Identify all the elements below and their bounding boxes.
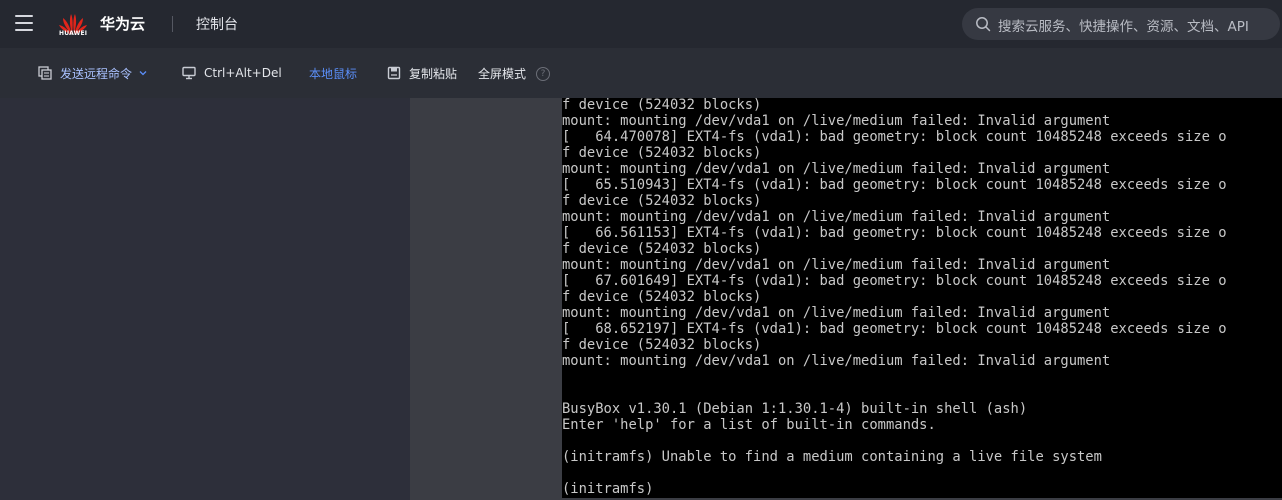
vnc-toolbar: 发送远程命令 Ctrl+Alt+Del 本地鼠标 复制粘贴 全屏模式	[0, 48, 1282, 98]
copy-paste-label: 复制粘贴	[409, 66, 458, 81]
search-icon	[976, 17, 991, 32]
fullscreen-button[interactable]: 全屏模式	[478, 65, 526, 81]
logo-text: HUAWEI	[59, 30, 88, 37]
search-placeholder: 搜索云服务、快捷操作、资源、文档、API	[998, 19, 1249, 35]
menu-icon[interactable]	[15, 15, 33, 31]
left-panel	[0, 98, 410, 500]
monitor-icon	[182, 66, 196, 80]
local-mouse-button[interactable]: 本地鼠标	[309, 65, 357, 81]
console-margin	[410, 98, 562, 500]
top-header: HUAWEI 华为云 控制台 搜索云服务、快捷操作、资源、文档、API	[0, 0, 1282, 49]
brand-name[interactable]: 华为云	[100, 13, 145, 34]
send-command-label: 发送远程命令	[60, 66, 133, 81]
ctrl-alt-del-label: Ctrl+Alt+Del	[204, 66, 282, 80]
ctrl-alt-del-button[interactable]: Ctrl+Alt+Del	[182, 65, 282, 81]
console-link[interactable]: 控制台	[196, 14, 238, 34]
help-icon[interactable]: ?	[536, 67, 550, 81]
local-mouse-label: 本地鼠标	[309, 66, 358, 81]
header-divider	[172, 16, 173, 32]
terminal-output: f device (524032 blocks) mount: mounting…	[562, 98, 1227, 497]
search-input[interactable]: 搜索云服务、快捷操作、资源、文档、API	[962, 8, 1280, 40]
copy-paste-button[interactable]: 复制粘贴	[387, 65, 457, 81]
vnc-terminal-screen[interactable]: f device (524032 blocks) mount: mounting…	[562, 98, 1282, 498]
fullscreen-label: 全屏模式	[478, 66, 527, 81]
clipboard-icon	[387, 66, 401, 80]
send-command-button[interactable]: 发送远程命令	[38, 65, 148, 81]
command-icon	[38, 66, 52, 80]
chevron-down-icon	[139, 71, 147, 76]
